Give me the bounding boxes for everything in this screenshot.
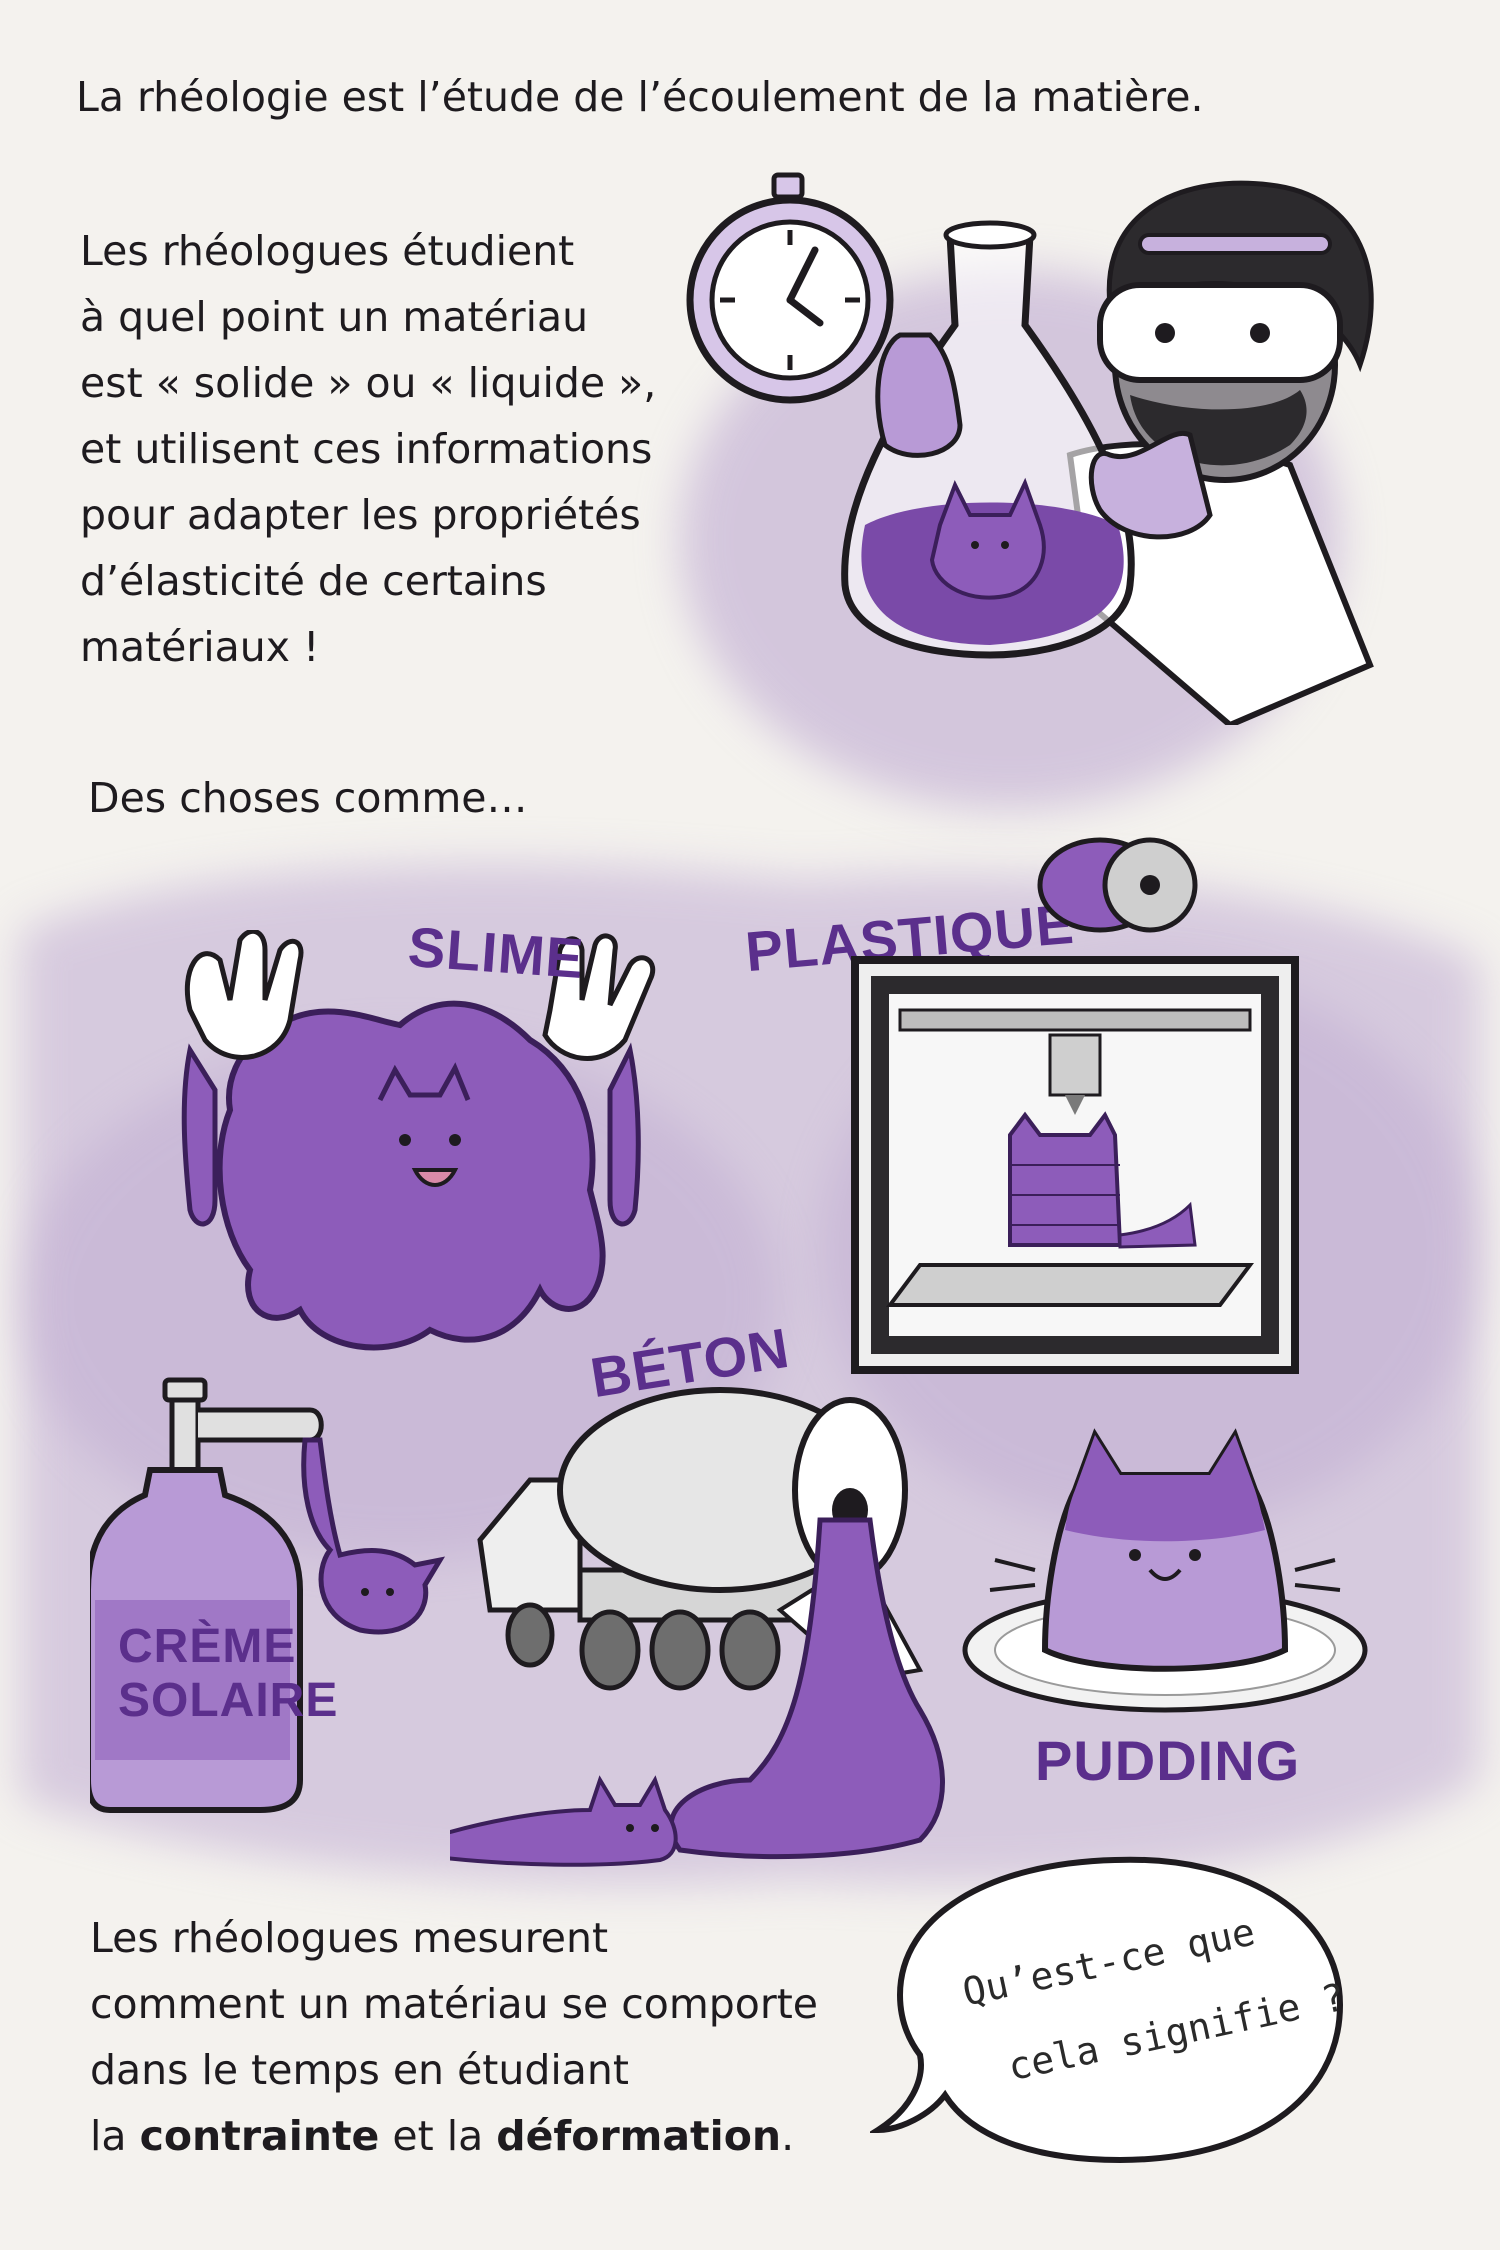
concrete-mixer-illustration — [450, 1387, 945, 1867]
label-pudding: PUDDING — [1035, 1729, 1301, 1792]
term-contrainte: contrainte — [139, 2112, 380, 2160]
scientist-flask-illustration — [686, 172, 1374, 725]
paragraph2-text: et la — [379, 2112, 497, 2160]
label-slime: SLIME — [406, 914, 587, 991]
paragraph1-line: Les rhéologues étudient — [80, 227, 575, 275]
label-creme-line1: CRÈME — [118, 1620, 297, 1673]
paragraph2-text: la — [90, 2112, 140, 2160]
paragraph1-line: d’élasticité de certains — [80, 557, 547, 605]
paragraph1-line: à quel point un matériau — [80, 293, 589, 341]
paragraph2-line1: Les rhéologues mesurent — [90, 1914, 609, 1962]
label-creme-line2: SOLAIRE — [118, 1674, 339, 1727]
paragraph2-text: . — [781, 2112, 795, 2160]
paragraph2-line3: dans le temps en étudiant — [90, 2046, 629, 2094]
label-creme-solaire: CRÈME SOLAIRE — [118, 1620, 339, 1728]
sunscreen-bottle-illustration — [90, 1377, 446, 1813]
paragraph2-line4: la contrainte et la déformation. — [90, 2103, 818, 2169]
3d-printer-illustration — [851, 837, 1299, 1374]
comic-page: La rhéologie est l’étude de l’écoulement… — [0, 0, 1500, 2250]
pudding-illustration — [962, 1428, 1368, 1713]
paragraph1-line: matériaux ! — [80, 623, 320, 671]
paragraph1-line: pour adapter les propriétés — [80, 491, 641, 539]
paragraph1-line: et utilisent ces informations — [80, 425, 653, 473]
paragraph1-line: est « solide » ou « liquide », — [80, 359, 657, 407]
term-deformation: déformation — [496, 2112, 782, 2160]
intro-text: La rhéologie est l’étude de l’écoulement… — [76, 73, 1204, 121]
paragraph-rheologists-study: Les rhéologues étudient à quel point un … — [80, 218, 656, 680]
slime-illustration — [181, 930, 655, 1351]
stopwatch-icon — [686, 172, 894, 404]
paragraph-rheologists-measure: Les rhéologues mesurent comment un matér… — [90, 1905, 818, 2169]
paragraph2-line2: comment un matériau se comporte — [90, 1980, 819, 2028]
things-like-text: Des choses comme… — [88, 774, 528, 822]
